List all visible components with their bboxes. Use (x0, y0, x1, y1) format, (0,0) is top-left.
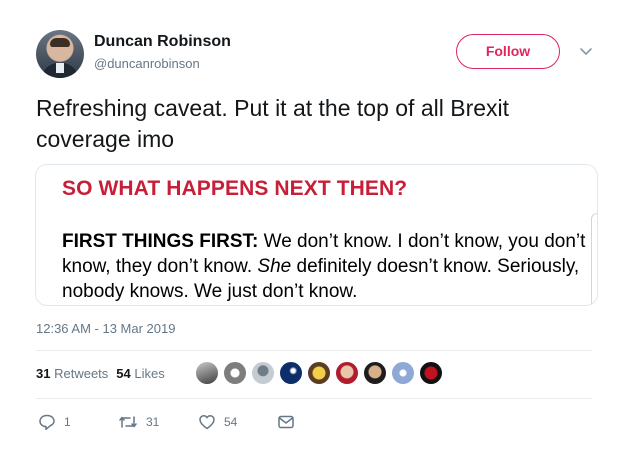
author-handle[interactable]: @duncanrobinson (94, 56, 200, 71)
divider (36, 350, 592, 351)
like-count: 54 (224, 415, 238, 429)
liker-avatar[interactable] (307, 361, 331, 385)
direct-message-action[interactable] (277, 413, 295, 431)
card-lead: FIRST THINGS FIRST: (62, 231, 259, 252)
avatar-hair (50, 38, 70, 47)
card-body: FIRST THINGS FIRST: We don’t know. I don… (62, 229, 592, 304)
image-card[interactable]: SO WHAT HAPPENS NEXT THEN? FIRST THINGS … (35, 164, 598, 306)
tweet-text: Refreshing caveat. Put it at the top of … (36, 95, 510, 152)
avatar-collar (56, 63, 64, 73)
likes-label: Likes (134, 366, 165, 381)
author-display-name[interactable]: Duncan Robinson (94, 33, 231, 51)
reply-action[interactable]: 1 (38, 413, 71, 431)
liker-avatar[interactable] (391, 361, 415, 385)
retweet-count: 31 (146, 415, 160, 429)
like-action[interactable]: 54 (198, 413, 237, 431)
liker-avatar[interactable] (279, 361, 303, 385)
card-page-edge (591, 213, 597, 305)
engagement-stats: 31 Retweets 54 Likes (36, 366, 165, 381)
liker-avatar[interactable] (363, 361, 387, 385)
liker-avatar[interactable] (195, 361, 219, 385)
reply-icon (39, 414, 55, 431)
follow-button[interactable]: Follow (456, 34, 560, 69)
retweets-count: 31 (36, 366, 51, 381)
retweets-stat[interactable]: 31 Retweets (36, 366, 108, 381)
retweet-action[interactable]: 31 (118, 413, 159, 431)
likes-stat[interactable]: 54 Likes (116, 366, 164, 381)
author-avatar[interactable] (36, 30, 84, 78)
liker-avatar[interactable] (251, 361, 275, 385)
heart-icon (199, 414, 215, 430)
liker-avatar[interactable] (223, 361, 247, 385)
liker-avatar[interactable] (419, 361, 443, 385)
tweet-timestamp[interactable]: 12:36 AM - 13 Mar 2019 (36, 321, 175, 336)
card-heading: SO WHAT HAPPENS NEXT THEN? (62, 177, 408, 200)
divider (36, 398, 592, 399)
likes-count: 54 (116, 366, 131, 381)
envelope-icon (278, 415, 294, 429)
liker-avatar[interactable] (335, 361, 359, 385)
card-emphasis: She (257, 256, 292, 277)
retweet-icon (119, 416, 137, 428)
chevron-down-icon[interactable] (578, 43, 594, 59)
reply-count: 1 (64, 415, 71, 429)
retweets-label: Retweets (54, 366, 109, 381)
